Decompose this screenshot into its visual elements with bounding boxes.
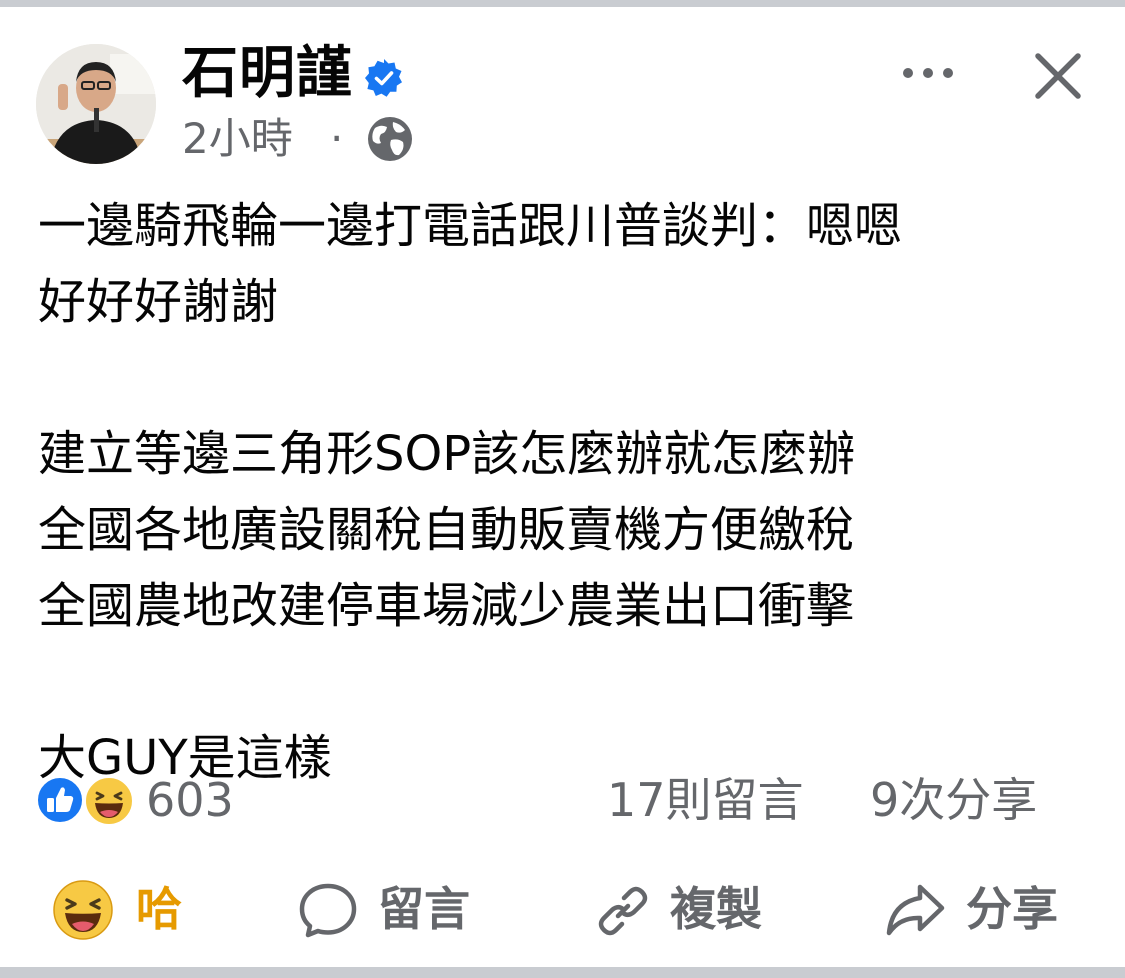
share-button[interactable]: 分享 [884,874,1084,944]
post-text-line: 建立等邊三角形SOP該怎麼辦就怎麼辦 [38,426,856,482]
reaction-count: 603 [146,773,234,827]
top-divider [0,0,1125,7]
more-icon[interactable] [898,50,958,96]
haha-icon [53,880,113,940]
verified-badge-icon [365,59,402,97]
like-reaction-icon [36,776,84,824]
comment-label: 留言 [378,882,470,936]
haha-reaction-icon [84,776,134,826]
share-icon [886,884,945,936]
comment-count-link[interactable]: 17則留言 [607,770,804,830]
copy-label: 複製 [670,882,762,936]
copy-link-button[interactable]: 複製 [594,874,794,944]
share-count-link[interactable]: 9次分享 [870,770,1037,830]
post-card: 石明謹 2小時 · 一邊騎飛輪一邊打電話跟川普談判：嗯嗯 好好好謝謝 建立等邊三… [0,0,1125,978]
comment-button[interactable]: 留言 [298,874,498,944]
author-name[interactable]: 石明謹 [182,36,353,112]
meta-separator: · [330,114,344,163]
haha-label: 哈 [136,882,182,936]
post-text-line: 一邊騎飛輪一邊打電話跟川普談判：嗯嗯 [38,198,903,254]
bottom-divider [0,967,1125,978]
post-text-line: 全國各地廣設關稅自動販賣機方便繳稅 [38,502,855,558]
post-text-line: 好好好謝謝 [38,274,279,330]
post-timestamp[interactable]: 2小時 [182,111,293,167]
post-text: 一邊騎飛輪一邊打電話跟川普談判：嗯嗯 好好好謝謝 建立等邊三角形SOP該怎麼辦就… [38,188,1098,796]
post-text-line: 全國農地改建停車場減少農業出口衝擊 [38,578,855,634]
globe-icon [368,117,412,161]
author-avatar[interactable] [36,44,156,164]
comment-icon [299,883,357,938]
close-icon[interactable] [1030,48,1086,104]
link-icon [598,886,648,936]
haha-reaction-button[interactable]: 哈 [52,874,202,944]
share-label: 分享 [966,882,1058,936]
